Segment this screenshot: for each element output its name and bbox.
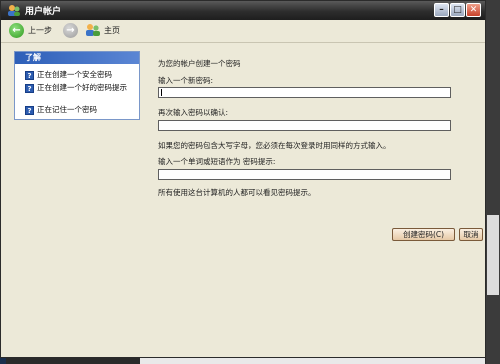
help-link-label: 正在创建一个安全密码 xyxy=(37,70,112,79)
help-link-remember-password[interactable]: ? 正在记住一个密码 xyxy=(25,105,137,115)
new-password-label: 输入一个新密码: xyxy=(158,76,214,85)
minimize-button[interactable]: – xyxy=(434,3,449,17)
desktop-background-right xyxy=(486,0,500,364)
help-question-icon: ? xyxy=(25,106,34,115)
confirm-password-input[interactable] xyxy=(158,120,451,131)
help-link-secure-password[interactable]: ? 正在创建一个安全密码 xyxy=(25,70,137,80)
help-link-label: 正在创建一个好的密码提示 xyxy=(37,83,127,92)
password-hint-input[interactable] xyxy=(158,169,451,180)
maximize-button[interactable]: □ xyxy=(450,3,465,17)
home-button[interactable]: 主页 xyxy=(85,23,120,37)
back-button[interactable]: ← 上一步 xyxy=(9,23,52,38)
text-caret xyxy=(161,89,162,96)
window-title: 用户帐户 xyxy=(25,7,62,17)
forward-arrow-icon: → xyxy=(63,23,78,38)
help-link-label: 正在记住一个密码 xyxy=(37,105,97,114)
hint-visibility-note: 所有使用这台计算机的人都可以看见密码提示。 xyxy=(158,188,316,197)
page-heading: 为您的帐户创建一个密码 xyxy=(158,59,241,68)
user-accounts-icon xyxy=(8,5,20,16)
back-label: 上一步 xyxy=(28,26,52,35)
help-link-password-hint[interactable]: ? 正在创建一个好的密码提示 xyxy=(25,83,137,93)
cancel-button[interactable]: 取消 xyxy=(459,228,483,241)
confirm-password-label: 再次输入密码以确认: xyxy=(158,108,229,117)
password-hint-label: 输入一个单词或短语作为 密码提示: xyxy=(158,157,276,166)
forward-button[interactable]: → xyxy=(63,23,78,38)
home-users-icon xyxy=(86,24,100,36)
help-question-icon: ? xyxy=(25,84,34,93)
title-bar[interactable]: 用户帐户 – □ ✕ xyxy=(1,1,485,20)
user-accounts-window: 用户帐户 – □ ✕ ← 上一步 → 主页 了解 ? 正在创建一个安全密码 ? … xyxy=(0,0,486,358)
close-button[interactable]: ✕ xyxy=(466,3,481,17)
new-password-input[interactable] xyxy=(158,87,451,98)
back-arrow-icon: ← xyxy=(9,23,24,38)
learn-about-panel: 了解 ? 正在创建一个安全密码 ? 正在创建一个好的密码提示 ? 正在记住一个密… xyxy=(14,51,140,120)
navigation-toolbar: ← 上一步 → 主页 xyxy=(1,20,485,43)
learn-about-header: 了解 xyxy=(15,52,139,64)
case-sensitivity-note: 如果您的密码包含大写字母，您必须在每次登录时用同样的方式输入。 xyxy=(158,141,391,150)
help-question-icon: ? xyxy=(25,71,34,80)
home-label: 主页 xyxy=(104,25,120,35)
create-password-button[interactable]: 创建密码(C) xyxy=(392,228,455,241)
desktop-window-edge xyxy=(487,215,499,295)
